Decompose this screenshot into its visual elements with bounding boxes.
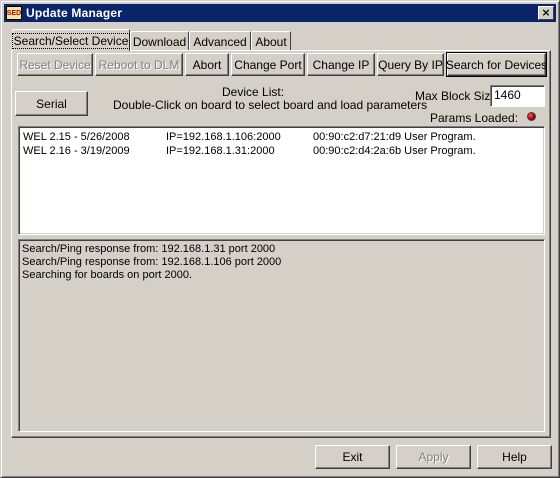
query-by-ip-button[interactable]: Query By IP xyxy=(377,53,444,76)
device-mac: 00:90:c2:d7:21:d9 User Program. xyxy=(313,131,476,143)
title-bar[interactable]: SED Update Manager × xyxy=(4,4,556,22)
serial-button[interactable]: Serial xyxy=(15,91,88,116)
tab-download[interactable]: Download xyxy=(130,31,189,51)
log-line: Search/Ping response from: 192.168.1.106… xyxy=(22,256,282,268)
status-log[interactable]: Search/Ping response from: 192.168.1.31 … xyxy=(18,239,545,432)
log-line: Searching for boards on port 2000. xyxy=(22,269,193,281)
tab-about[interactable]: About xyxy=(251,31,291,51)
device-mac: 00:90:c2:d4:2a:6b User Program. xyxy=(313,145,476,157)
apply-button[interactable]: Apply xyxy=(396,445,471,469)
tab-label: Download xyxy=(132,34,187,49)
device-list-instruction: Double-Click on board to select board an… xyxy=(113,98,428,112)
update-manager-window: SED Update Manager × Search/Select Devic… xyxy=(0,0,560,478)
max-block-size-input[interactable]: 1460 xyxy=(490,85,545,107)
abort-button[interactable]: Abort xyxy=(185,53,229,76)
reboot-to-dlm-button[interactable]: Reboot to DLM xyxy=(95,53,183,76)
list-item[interactable]: WEL 2.15 - 5/26/2008 IP=192.168.1.106:20… xyxy=(19,131,539,144)
window-title: Update Manager xyxy=(26,6,123,20)
device-list-title: Device List: xyxy=(222,85,285,99)
device-list[interactable]: WEL 2.15 - 5/26/2008 IP=192.168.1.106:20… xyxy=(18,126,545,235)
search-for-devices-button[interactable]: Search for Devices xyxy=(446,52,547,77)
log-line: Search/Ping response from: 192.168.1.31 … xyxy=(22,243,276,255)
change-port-button[interactable]: Change Port xyxy=(231,53,305,76)
tab-label: About xyxy=(255,34,287,49)
max-block-size-label: Max Block Size xyxy=(415,89,498,103)
device-name: WEL 2.16 - 3/19/2009 xyxy=(23,145,130,157)
reset-device-button[interactable]: Reset Device xyxy=(17,53,93,76)
device-ip: IP=192.168.1.31:2000 xyxy=(166,145,275,157)
tab-advanced[interactable]: Advanced xyxy=(189,31,251,51)
params-loaded-label: Params Loaded: xyxy=(430,111,519,125)
list-item[interactable]: WEL 2.16 - 3/19/2009 IP=192.168.1.31:200… xyxy=(19,145,539,158)
help-button[interactable]: Help xyxy=(477,445,552,469)
exit-button[interactable]: Exit xyxy=(315,445,390,469)
close-button[interactable]: × xyxy=(538,6,554,20)
tab-label: Search/Select Device xyxy=(11,32,131,49)
device-ip: IP=192.168.1.106:2000 xyxy=(166,131,281,143)
tab-label: Advanced xyxy=(193,34,247,49)
params-loaded-indicator-icon xyxy=(527,112,536,121)
device-name: WEL 2.15 - 5/26/2008 xyxy=(23,131,130,143)
change-ip-button[interactable]: Change IP xyxy=(307,53,375,76)
app-icon: SED xyxy=(6,6,22,20)
tab-search-select-device[interactable]: Search/Select Device xyxy=(11,29,131,51)
